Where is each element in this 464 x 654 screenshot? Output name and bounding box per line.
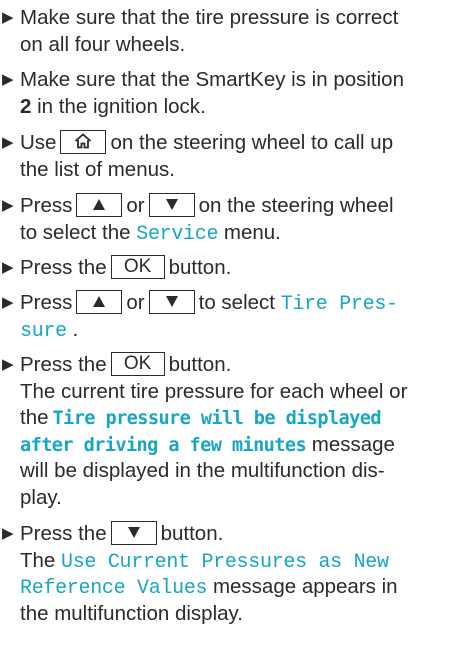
step-text: Press the: [20, 353, 107, 376]
step-smartkey-position: ▶ Make sure that the SmartKey is in posi…: [0, 67, 464, 120]
step-select-tire-pressure: ▶ Press or to select Tire Pres- sure .: [0, 290, 464, 343]
step-text: The: [20, 548, 56, 572]
step-text: to select: [198, 291, 275, 314]
down-key: [148, 290, 195, 315]
step-line: on all four wheels.: [0, 32, 464, 59]
bullet-arrow-icon: ▶: [2, 134, 14, 151]
step-text: Press: [20, 291, 73, 314]
bullet-arrow-icon: ▶: [2, 294, 14, 311]
step-press-ok: ▶ Press the OK button.: [0, 255, 464, 282]
step-text: the: [20, 406, 49, 430]
step-line: to select the Service menu.: [0, 220, 464, 247]
step-text: on the steering wheel to call up: [110, 131, 394, 154]
triangle-up-icon: [93, 295, 106, 307]
up-key: [76, 193, 123, 218]
step-line: ▶ Make sure that the SmartKey is in posi…: [0, 67, 464, 94]
triangle-down-icon: [165, 199, 178, 211]
step-text: button.: [160, 522, 224, 545]
display-term-service: Service: [136, 222, 219, 246]
display-term-tire-pressure: sure: [20, 319, 67, 343]
step-text: Make sure that the SmartKey is in positi…: [20, 68, 404, 91]
instruction-page: ▶ Make sure that the tire pressure is co…: [0, 0, 464, 654]
step-text: the multifunction display.: [20, 601, 243, 625]
step-line: ▶ Use on the steering wheel to call up: [0, 130, 464, 157]
step-line: ▶ Press the OK button.: [0, 255, 464, 282]
step-line: the Tire pressure will be displayed: [0, 405, 464, 432]
down-key: [148, 193, 195, 218]
step-line: ▶ Press the button.: [0, 521, 464, 548]
step-line: after driving a few minutes message: [0, 432, 464, 459]
step-text: button.: [168, 256, 232, 279]
step-text: the list of menus.: [20, 157, 175, 181]
step-text: message appears in: [212, 575, 398, 599]
bullet-arrow-icon: ▶: [2, 197, 14, 214]
step-line: Reference Values message appears in: [0, 574, 464, 601]
step-call-up-menus: ▶ Use on the steering wheel to call up th…: [0, 130, 464, 183]
step-text: Press the: [20, 256, 107, 279]
step-text: Press: [20, 194, 73, 217]
bullet-arrow-icon: ▶: [2, 71, 14, 88]
step-check-tire-pressure: ▶ Make sure that the tire pressure is co…: [0, 5, 464, 58]
step-text: to select the: [20, 220, 131, 244]
step-text: on the steering wheel: [198, 194, 394, 217]
step-line: The Use Current Pressures as New: [0, 548, 464, 575]
step-text: Make sure that the tire pressure is corr…: [20, 6, 399, 29]
ok-key: OK: [110, 352, 165, 377]
step-line: will be displayed in the multifunction d…: [0, 458, 464, 485]
step-text: in the ignition lock.: [31, 94, 206, 118]
step-text: Press the: [20, 522, 107, 545]
step-confirm-ok: ▶ Press the OK button. The current tire pr…: [0, 352, 464, 512]
step-line: The current tire pressure for each wheel…: [0, 379, 464, 406]
step-press-down: ▶ Press the button. The Use Current Press…: [0, 521, 464, 627]
bullet-arrow-icon: ▶: [2, 259, 14, 276]
step-line: 2 in the ignition lock.: [0, 94, 464, 121]
bullet-arrow-icon: ▶: [2, 356, 14, 373]
step-text: menu.: [223, 220, 281, 244]
home-icon: [75, 133, 92, 149]
step-line: ▶ Press the OK button.: [0, 352, 464, 379]
step-text: button.: [168, 353, 232, 376]
step-text: play.: [20, 485, 62, 509]
home-key: [60, 130, 107, 155]
display-message-pressure: Tire pressure will be displayed: [52, 408, 382, 430]
step-text: will be displayed in the multifunction d…: [20, 459, 385, 483]
triangle-down-icon: [165, 296, 178, 308]
step-line: the list of menus.: [0, 157, 464, 184]
step-text: .: [66, 317, 79, 341]
step-line: the multifunction display.: [0, 601, 464, 628]
step-text: The current tire pressure for each wheel…: [20, 379, 408, 403]
up-key: [76, 290, 123, 315]
step-line: play.: [0, 485, 464, 512]
display-message-reference: Reference Values: [20, 577, 208, 601]
step-select-service: ▶ Press or on the steering wheel to select…: [0, 193, 464, 246]
step-text: or: [126, 291, 145, 314]
step-line: sure .: [0, 317, 464, 344]
ok-key: OK: [110, 255, 165, 280]
step-text: or: [126, 194, 145, 217]
step-text: Use: [20, 131, 57, 154]
step-text: message: [311, 432, 395, 456]
step-text: on all four wheels.: [20, 32, 186, 56]
bullet-arrow-icon: ▶: [2, 9, 14, 26]
down-key: [110, 521, 157, 546]
display-message-pressure: after driving a few minutes: [20, 434, 307, 456]
position-number: 2: [20, 94, 32, 118]
bullet-arrow-icon: ▶: [2, 525, 14, 542]
triangle-down-icon: [127, 527, 140, 539]
display-term-tire-pressure: Tire Pres-: [280, 293, 398, 316]
step-line: ▶ Press or to select Tire Pres-: [0, 290, 464, 317]
step-line: ▶ Make sure that the tire pressure is co…: [0, 5, 464, 32]
display-message-reference: Use Current Pressures as New: [61, 550, 389, 574]
triangle-up-icon: [93, 198, 106, 210]
step-line: ▶ Press or on the steering wheel: [0, 193, 464, 220]
